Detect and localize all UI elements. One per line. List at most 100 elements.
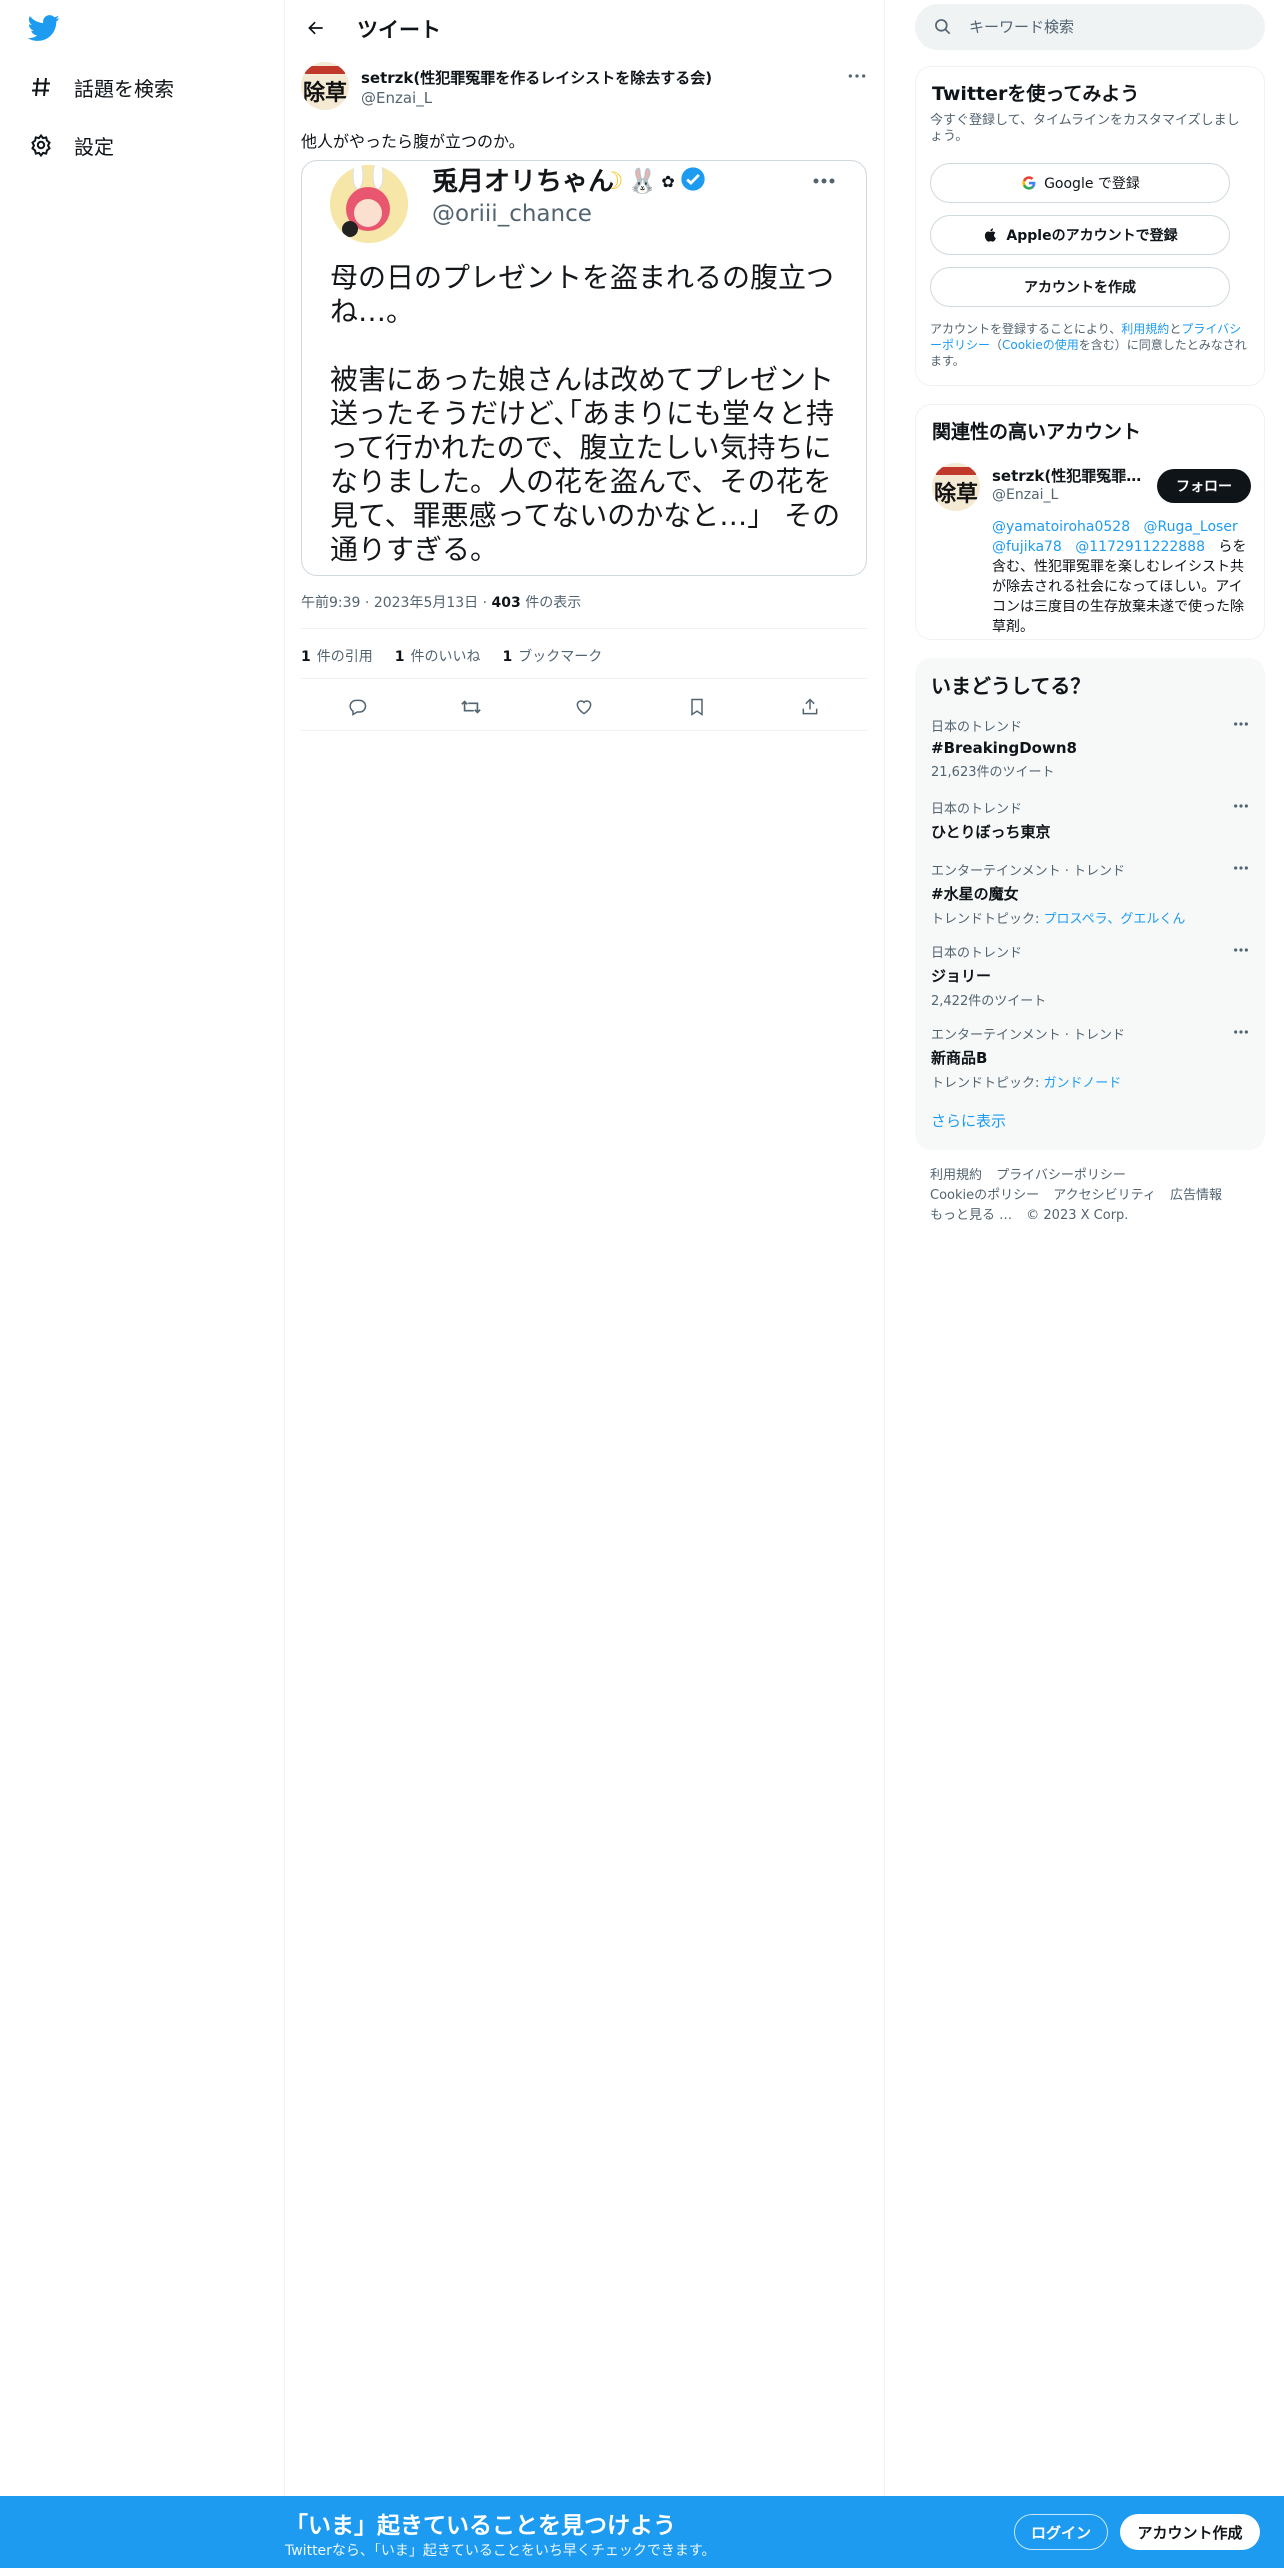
copyright: © 2023 X Corp. [1026, 1208, 1129, 1223]
mention-link[interactable]: @1172911222888 [1075, 539, 1205, 555]
footer-link[interactable]: アクセシビリティ [1053, 1188, 1156, 1203]
meta-separator: · [364, 595, 374, 611]
search-bar[interactable] [915, 4, 1265, 50]
apple-signup-button[interactable]: Appleのアカウントで登録 [930, 215, 1230, 255]
share-button[interactable] [793, 690, 827, 724]
footer-link[interactable]: もっと見る … [930, 1208, 1012, 1223]
image-handle: @oriii_chance [432, 201, 592, 227]
signup-button[interactable]: アカウント作成 [1120, 2514, 1260, 2550]
quotes-count: 1 [301, 649, 311, 665]
tweet-date[interactable]: 2023年5月13日 [374, 595, 478, 611]
related-name[interactable]: setrzk(性犯罪冤罪を作るレイシストを除去する会) [992, 465, 1152, 486]
like-button[interactable] [567, 690, 601, 724]
svg-text:除草: 除草 [303, 80, 347, 106]
tweet-text: 他人がやったら腹が立つのか。 [301, 132, 525, 151]
trend-category: 日本のトレンド [931, 802, 1023, 817]
page-title: ツイート [357, 18, 441, 42]
retweet-icon [461, 700, 481, 714]
reply-icon [349, 699, 366, 716]
svg-text:除草: 除草 [934, 481, 978, 507]
likes-stat[interactable]: 1 件のいいね [395, 646, 481, 666]
bookmark-icon [691, 698, 703, 716]
divider [301, 628, 867, 629]
nav-explore-label: 話題を検索 [74, 76, 174, 101]
divider [301, 678, 867, 679]
image-emoji-row: ☽ 🐰 ✿ [602, 165, 707, 197]
trend-more-icon[interactable] [1231, 798, 1251, 814]
login-button[interactable]: ログイン [1014, 2514, 1108, 2550]
back-button[interactable] [299, 11, 333, 45]
signup-banner: 「いま」起きていることを見つけよう Twitterなら、「いま」起きていることを… [0, 2496, 1284, 2568]
gear-icon [28, 132, 54, 158]
google-signup-button[interactable]: Google で登録 [930, 163, 1230, 203]
trend-topic-link[interactable]: ガンドノード [1044, 1076, 1122, 1091]
image-name: 兎月オリちゃん [432, 167, 615, 197]
banner-subtitle: Twitterなら、「いま」起きていることをいち早くチェックできます。 [285, 2543, 716, 2559]
twitter-bird-icon[interactable] [27, 12, 64, 48]
trend-more-icon[interactable] [1231, 1024, 1251, 1040]
apple-icon [982, 226, 1000, 244]
arrow-left-icon [308, 21, 323, 35]
bookmarks-stat[interactable]: 1 ブックマーク [503, 646, 603, 666]
tweet-time[interactable]: 午前9:39 [301, 595, 360, 611]
trend-more-icon[interactable] [1231, 716, 1251, 732]
cookie-link[interactable]: Cookieの使用 [1002, 338, 1079, 352]
google-signup-label: Google で登録 [1044, 176, 1140, 192]
footer-links: 利用規約 プライバシーポリシー Cookieのポリシー アクセシビリティ 広告情… [930, 1166, 1252, 1226]
likes-count: 1 [394, 649, 405, 665]
trend-category: エンターテインメント · トレンド [931, 1028, 1126, 1043]
nav-explore[interactable]: 話題を検索 [28, 67, 174, 107]
reply-button[interactable] [341, 690, 375, 724]
nav-settings[interactable]: 設定 [28, 125, 114, 165]
image-more-icon [810, 171, 838, 191]
related-accounts-card: 関連性の高いアカウント 除草 setrzk(性犯罪冤罪を作るレイシストを除去する… [915, 404, 1265, 640]
create-account-button[interactable]: アカウントを作成 [930, 267, 1230, 307]
author-name[interactable]: setrzk(性犯罪冤罪を作るレイシストを除去する会) [361, 67, 712, 88]
trend-item[interactable]: 日本のトレンド #BreakingDown8 21,623件のツイート [931, 716, 1251, 780]
nav-settings-label: 設定 [74, 134, 114, 159]
banner-title: 「いま」起きていることを見つけよう [285, 2513, 676, 2539]
footer-link[interactable]: Cookieのポリシー [930, 1188, 1039, 1203]
footer-link[interactable]: プライバシーポリシー [996, 1168, 1126, 1183]
trend-item[interactable]: エンターテインメント · トレンド #水星の魔女 トレンドトピック: プロスペラ… [931, 860, 1251, 927]
author-handle[interactable]: @Enzai_L [361, 89, 432, 107]
page-header: ツイート [285, 0, 885, 54]
more-dots-icon [848, 74, 866, 78]
quotes-stat[interactable]: 1 件の引用 [301, 646, 373, 666]
trend-name: ひとりぼっち東京 [931, 823, 1051, 841]
trend-name: 新商品B [931, 1049, 988, 1067]
signup-card-title: Twitterを使ってみよう [932, 83, 1140, 105]
author-avatar[interactable]: 除草 [301, 62, 349, 110]
tweet-stats: 1 件の引用 1 件のいいね 1 ブックマーク [301, 646, 602, 666]
signup-card-subtitle: 今すぐ登録して、タイムラインをカスタマイズしましょう。 [930, 113, 1240, 144]
trend-item[interactable]: エンターテインメント · トレンド 新商品B トレンドトピック: ガンドノード [931, 1024, 1251, 1091]
trend-more-icon[interactable] [1231, 942, 1251, 958]
follow-button[interactable]: フォロー [1157, 469, 1251, 503]
more-options-button[interactable] [845, 66, 869, 86]
related-avatar[interactable]: 除草 [932, 463, 980, 511]
show-more-link[interactable]: さらに表示 [931, 1110, 1006, 1131]
mention-link[interactable]: @Ruga_Loser [1143, 519, 1237, 535]
trend-topic-link[interactable]: プロスペラ、グエルくん [1044, 912, 1186, 927]
related-title: 関連性の高いアカウント [932, 421, 1142, 443]
signup-card: Twitterを使ってみよう 今すぐ登録して、タイムラインをカスタマイズしましょ… [915, 66, 1265, 386]
search-input[interactable] [969, 18, 1229, 36]
mention-link[interactable]: @fujika78 [992, 539, 1062, 555]
bookmark-button[interactable] [680, 690, 714, 724]
mention-link[interactable]: @yamatoiroha0528 [992, 519, 1130, 535]
verified-badge-icon [679, 165, 707, 197]
related-handle[interactable]: @Enzai_L [992, 487, 1058, 503]
tweet-image[interactable]: 兎月オリちゃん ☽ 🐰 ✿ @oriii_chance 母の日のプレゼントを盗ま… [301, 160, 867, 576]
trend-count: 2,422件のツイート [931, 994, 1047, 1009]
retweet-button[interactable] [454, 690, 488, 724]
moon-icon: ☽ [602, 167, 624, 195]
footer-link[interactable]: 広告情報 [1170, 1188, 1222, 1203]
footer-link[interactable]: 利用規約 [930, 1168, 982, 1183]
terms-link[interactable]: 利用規約 [1121, 322, 1169, 336]
trend-topic: トレンドトピック: プロスペラ、グエルくん [931, 908, 1251, 927]
trend-item[interactable]: 日本のトレンド ひとりぼっち東京 [931, 798, 1251, 842]
trend-item[interactable]: 日本のトレンド ジョリー 2,422件のツイート [931, 942, 1251, 1009]
trend-more-icon[interactable] [1231, 860, 1251, 876]
signup-legal-text: アカウントを登録することにより、利用規約とプライバシーポリシー（Cookieの使… [930, 321, 1252, 369]
search-icon [935, 19, 951, 35]
